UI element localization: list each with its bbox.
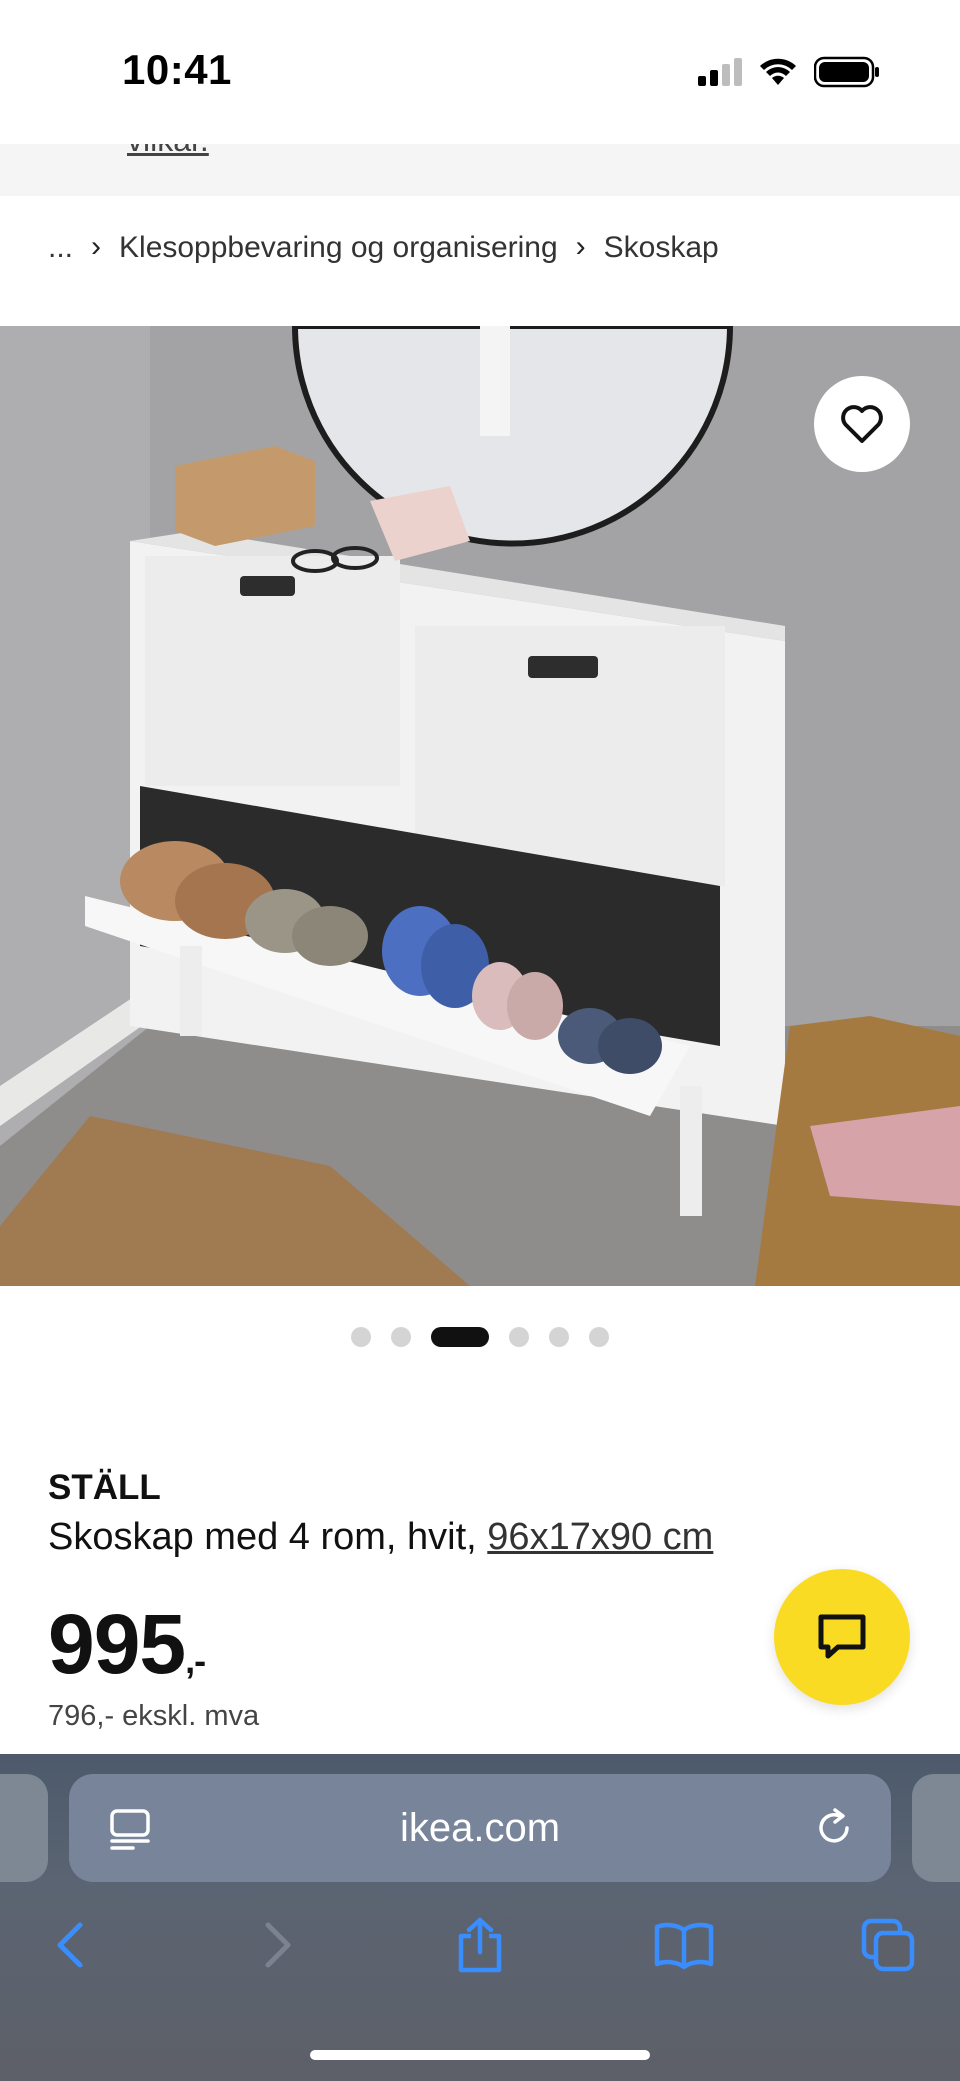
- carousel-dot[interactable]: [391, 1327, 411, 1347]
- product-description-text: Skoskap med 4 rom, hvit,: [48, 1516, 488, 1558]
- product-photo: [0, 326, 960, 1286]
- chat-bubble-icon: [818, 1614, 866, 1659]
- breadcrumb-item-klesoppbevaring[interactable]: Klesoppbevaring og organisering: [119, 231, 558, 265]
- previous-tab-preview[interactable]: [0, 1774, 48, 1882]
- favorite-button[interactable]: [814, 376, 910, 472]
- share-icon: [458, 1917, 502, 1973]
- carousel-dot[interactable]: [549, 1327, 569, 1347]
- address-bar[interactable]: ikea.com: [69, 1774, 891, 1882]
- status-time: 10:41: [122, 46, 232, 93]
- wifi-icon: [760, 58, 796, 85]
- reload-icon[interactable]: [813, 1806, 857, 1850]
- url-text[interactable]: ikea.com: [69, 1774, 891, 1882]
- battery-icon: [814, 56, 879, 88]
- home-indicator[interactable]: [310, 2050, 650, 2060]
- status-bar: 10:41: [0, 0, 960, 144]
- forward-button[interactable]: [238, 1905, 318, 1985]
- forward-icon: [265, 1922, 291, 1968]
- price-excl-vat: 796,- ekskl. mva: [48, 1700, 260, 1732]
- cellular-signal-icon: [698, 58, 742, 86]
- breadcrumb-item-skoskap[interactable]: Skoskap: [604, 231, 719, 265]
- carousel-pagination: [0, 1327, 960, 1347]
- breadcrumb-ellipsis[interactable]: ...: [48, 231, 73, 265]
- product-dimensions-link[interactable]: 96x17x90 cm: [487, 1516, 713, 1558]
- tabs-button[interactable]: [848, 1905, 928, 1985]
- tabs-icon: [861, 1918, 915, 1972]
- carousel-dot[interactable]: [589, 1327, 609, 1347]
- carousel-dot[interactable]: [509, 1327, 529, 1347]
- terms-banner: vilkår.: [0, 144, 960, 196]
- back-button[interactable]: [30, 1905, 110, 1985]
- breadcrumb: ... › Klesoppbevaring og organisering › …: [48, 226, 719, 270]
- product-price: 995,-: [48, 1596, 206, 1693]
- next-tab-preview[interactable]: [912, 1774, 960, 1882]
- terms-link[interactable]: vilkår.: [127, 144, 209, 159]
- price-suffix: ,-: [185, 1640, 206, 1681]
- browser-toolbar: [0, 1905, 960, 1985]
- product-name: STÄLL: [48, 1468, 161, 1507]
- heart-icon: [841, 405, 883, 443]
- product-image[interactable]: [0, 326, 960, 1286]
- chat-button[interactable]: [774, 1569, 910, 1705]
- carousel-dot[interactable]: [351, 1327, 371, 1347]
- status-icons: [698, 52, 880, 92]
- chevron-right-icon: ›: [575, 230, 586, 263]
- bookmarks-icon: [654, 1922, 714, 1970]
- bookmarks-button[interactable]: [644, 1905, 724, 1985]
- share-button[interactable]: [440, 1905, 520, 1985]
- product-description: Skoskap med 4 rom, hvit, 96x17x90 cm: [48, 1516, 713, 1559]
- back-icon: [57, 1922, 83, 1968]
- chevron-right-icon: ›: [91, 230, 102, 263]
- carousel-dot-active[interactable]: [431, 1327, 489, 1347]
- price-main: 995: [48, 1597, 186, 1691]
